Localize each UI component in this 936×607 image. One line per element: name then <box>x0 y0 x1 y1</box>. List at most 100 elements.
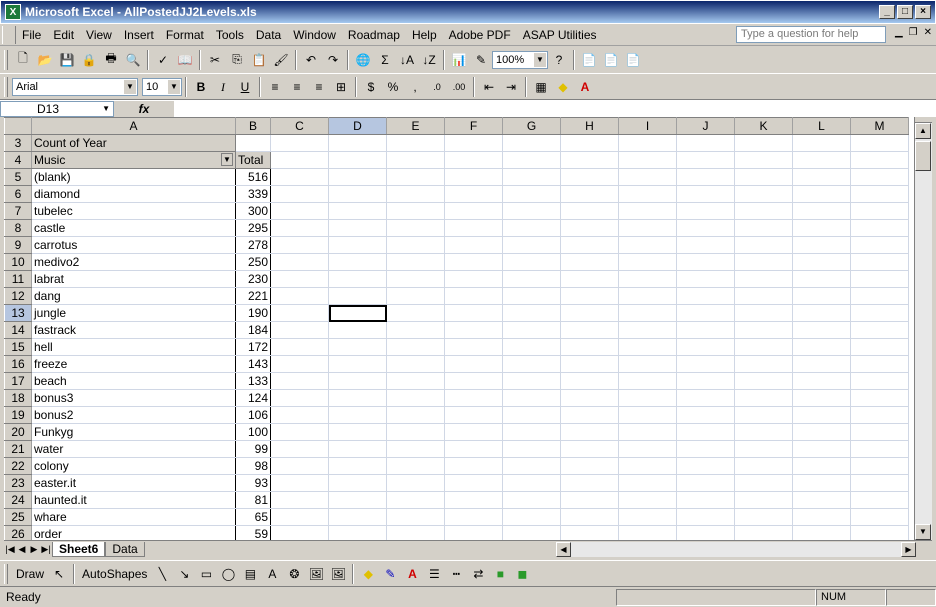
menu-data[interactable]: Data <box>250 25 287 45</box>
last-sheet-icon[interactable]: ▶| <box>40 544 52 555</box>
cell[interactable] <box>386 525 445 540</box>
cell[interactable] <box>792 525 851 540</box>
cell[interactable] <box>502 219 561 237</box>
close-button[interactable]: × <box>915 5 931 19</box>
cell[interactable] <box>328 372 387 390</box>
cell[interactable] <box>792 253 851 271</box>
cell[interactable] <box>386 253 445 271</box>
row-header[interactable]: 20 <box>4 423 32 441</box>
row-header[interactable]: 3 <box>4 134 32 152</box>
decrease-decimal-icon[interactable]: .00 <box>448 76 470 98</box>
line-icon[interactable]: ╲ <box>151 563 173 585</box>
cell[interactable] <box>618 219 677 237</box>
cell[interactable] <box>328 287 387 305</box>
cell[interactable] <box>270 440 329 458</box>
cell[interactable] <box>676 338 735 356</box>
cell[interactable] <box>502 474 561 492</box>
cell[interactable] <box>328 134 387 152</box>
cell[interactable] <box>676 508 735 526</box>
cell[interactable] <box>734 304 793 322</box>
cell[interactable] <box>792 355 851 373</box>
cell[interactable] <box>618 474 677 492</box>
cell[interactable] <box>270 287 329 305</box>
cell[interactable] <box>676 253 735 271</box>
cell[interactable] <box>328 304 387 322</box>
menu-insert[interactable]: Insert <box>118 25 160 45</box>
pivot-row-label[interactable]: whare <box>31 508 236 526</box>
pivot-row-label[interactable]: carrotus <box>31 236 236 254</box>
column-header[interactable]: M <box>850 117 909 135</box>
first-sheet-icon[interactable]: |◀ <box>4 544 16 555</box>
pivot-total-cell[interactable]: 98 <box>235 457 271 475</box>
pivot-total-cell[interactable]: 93 <box>235 474 271 492</box>
minimize-button[interactable]: _ <box>879 5 895 19</box>
menu-tools[interactable]: Tools <box>210 25 250 45</box>
align-right-icon[interactable]: ≡ <box>308 76 330 98</box>
cell[interactable] <box>850 389 909 407</box>
pivot-row-label[interactable]: beach <box>31 372 236 390</box>
row-header[interactable]: 21 <box>4 440 32 458</box>
chevron-down-icon[interactable]: ▼ <box>124 80 136 94</box>
cell[interactable] <box>734 151 793 169</box>
select-objects-icon[interactable]: ↖ <box>48 563 70 585</box>
cell[interactable] <box>618 423 677 441</box>
cell[interactable] <box>850 372 909 390</box>
cell[interactable] <box>444 270 503 288</box>
pivot-total-cell[interactable]: 172 <box>235 338 271 356</box>
cell[interactable] <box>328 508 387 526</box>
chevron-down-icon[interactable]: ▼ <box>534 52 546 67</box>
cell[interactable] <box>618 372 677 390</box>
cell[interactable] <box>676 151 735 169</box>
align-center-icon[interactable]: ≡ <box>286 76 308 98</box>
rectangle-icon[interactable]: ▭ <box>195 563 217 585</box>
cell[interactable] <box>734 525 793 540</box>
cell[interactable] <box>444 372 503 390</box>
cell[interactable] <box>502 457 561 475</box>
zoom-select[interactable]: 100% ▼ <box>492 50 548 69</box>
cell[interactable] <box>270 474 329 492</box>
row-header[interactable]: 26 <box>4 525 32 540</box>
cell[interactable] <box>270 423 329 441</box>
column-header[interactable]: E <box>386 117 445 135</box>
italic-button[interactable]: I <box>212 76 234 98</box>
cell[interactable] <box>386 423 445 441</box>
cell[interactable] <box>850 508 909 526</box>
column-header[interactable]: A <box>31 117 236 135</box>
chevron-down-icon[interactable]: ▼ <box>168 80 180 94</box>
cell[interactable] <box>270 270 329 288</box>
cell[interactable] <box>618 304 677 322</box>
cell[interactable] <box>676 134 735 152</box>
menu-help[interactable]: Help <box>406 25 443 45</box>
pivot-total-header[interactable]: Total <box>235 151 271 169</box>
cell[interactable] <box>444 253 503 271</box>
cell[interactable] <box>850 236 909 254</box>
row-header[interactable]: 5 <box>4 168 32 186</box>
cell[interactable] <box>734 202 793 220</box>
cell[interactable] <box>792 338 851 356</box>
cell[interactable] <box>618 525 677 540</box>
cell[interactable] <box>444 219 503 237</box>
cell[interactable] <box>560 185 619 203</box>
cell[interactable] <box>850 457 909 475</box>
cell[interactable] <box>502 185 561 203</box>
cell[interactable] <box>386 270 445 288</box>
cell[interactable] <box>618 321 677 339</box>
cell[interactable] <box>618 202 677 220</box>
pivot-total-cell[interactable]: 278 <box>235 236 271 254</box>
save-icon[interactable]: 💾 <box>56 49 78 71</box>
cell[interactable] <box>792 151 851 169</box>
pivot-total-cell[interactable]: 339 <box>235 185 271 203</box>
hyperlink-icon[interactable]: 🌐 <box>352 49 374 71</box>
formula-input[interactable] <box>174 101 936 117</box>
column-header[interactable]: L <box>792 117 851 135</box>
cell[interactable] <box>676 236 735 254</box>
cell[interactable] <box>444 202 503 220</box>
borders-icon[interactable]: ▦ <box>530 76 552 98</box>
align-left-icon[interactable]: ≡ <box>264 76 286 98</box>
format-painter-icon[interactable]: 🖌 <box>270 49 292 71</box>
menu-asap-utilities[interactable]: ASAP Utilities <box>517 25 603 45</box>
research-icon[interactable]: 📖 <box>174 49 196 71</box>
shadow-style-icon[interactable]: ■ <box>489 563 511 585</box>
cell[interactable] <box>386 508 445 526</box>
pivot-row-label[interactable]: hell <box>31 338 236 356</box>
